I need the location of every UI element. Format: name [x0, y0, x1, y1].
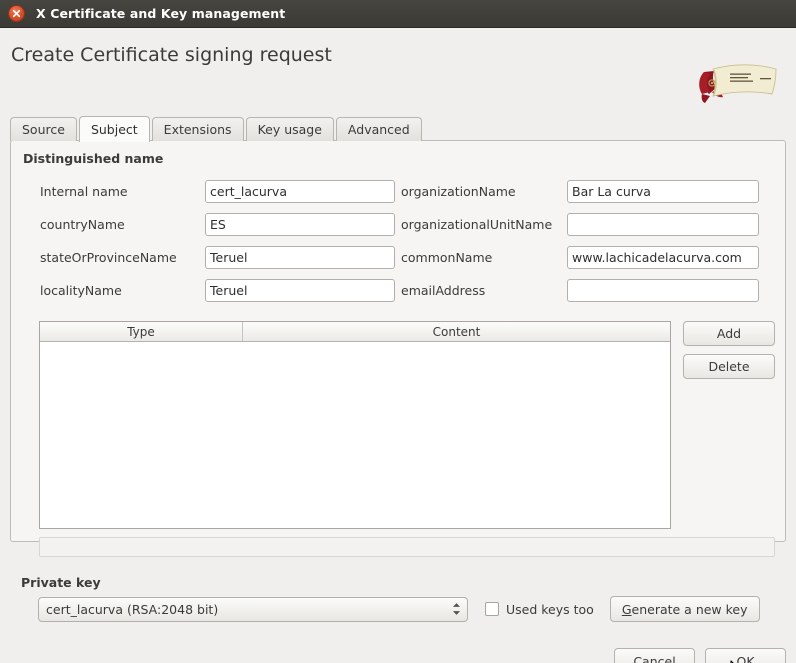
chevron-down-icon	[453, 611, 460, 615]
label-organizational-unit-name: organizationalUnitName	[401, 217, 553, 232]
used-keys-too-label: Used keys too	[506, 601, 594, 617]
table-body[interactable]	[40, 342, 670, 528]
close-x-glyph	[12, 9, 21, 18]
subject-tab-panel: Distinguished name Internal name organiz…	[10, 140, 786, 557]
input-internal-name[interactable]	[205, 180, 395, 203]
input-country-name[interactable]	[205, 213, 395, 236]
table-side-buttons: Add Delete	[683, 321, 775, 387]
input-locality-name[interactable]	[205, 279, 395, 302]
input-common-name[interactable]	[567, 246, 759, 269]
generate-accel-letter: G	[621, 601, 632, 617]
dialog-footer: Cancel OK	[614, 648, 786, 663]
private-key-selected-value: cert_lacurva (RSA:2048 bit)	[46, 601, 219, 617]
generate-a-new-key-button[interactable]: Generate a new key	[609, 596, 760, 622]
tab-label: Extensions	[163, 122, 232, 137]
label-email-address: emailAddress	[401, 283, 486, 298]
ok-accel-letter: O	[736, 654, 747, 663]
label-locality-name: localityName	[40, 283, 122, 298]
tab-subject[interactable]: Subject	[78, 116, 150, 142]
label-common-name: commonName	[401, 250, 493, 265]
dialog-body: Create Certificate signing request Sourc…	[0, 28, 796, 663]
checkbox-box-icon	[485, 602, 499, 616]
tab-bar: Source Subject Extensions Key usage Adva…	[10, 116, 424, 142]
input-organization-name[interactable]	[567, 180, 759, 203]
private-key-group-label: Private key	[21, 575, 101, 590]
label-state-or-province-name: stateOrProvinceName	[40, 250, 177, 265]
tab-label: Source	[22, 122, 65, 137]
dn-row: localityName emailAddress	[23, 274, 775, 307]
generate-rest-label: enerate a new key	[631, 601, 748, 617]
tab-label: Subject	[90, 122, 138, 137]
column-header-type[interactable]: Type	[40, 322, 243, 341]
tab-source[interactable]: Source	[10, 117, 77, 141]
tab-label: Key usage	[257, 122, 322, 137]
label-country-name: countryName	[40, 217, 125, 232]
ok-rest-label: K	[746, 654, 755, 663]
panel-status-bar	[39, 537, 775, 557]
chevron-up-icon	[453, 603, 460, 607]
label-organization-name: organizationName	[401, 184, 516, 199]
input-organizational-unit-name[interactable]	[567, 213, 759, 236]
input-state-or-province-name[interactable]	[205, 246, 395, 269]
dn-row: countryName organizationalUnitName	[23, 208, 775, 241]
used-keys-too-checkbox[interactable]: Used keys too	[485, 602, 594, 617]
tab-key-usage[interactable]: Key usage	[245, 117, 334, 141]
column-header-content[interactable]: Content	[243, 322, 670, 341]
tab-advanced[interactable]: Advanced	[335, 117, 422, 141]
dn-row: Internal name organizationName	[23, 175, 775, 208]
private-key-select[interactable]: cert_lacurva (RSA:2048 bit)	[38, 596, 468, 622]
dn-row: stateOrProvinceName commonName	[23, 241, 775, 274]
ok-button[interactable]: OK	[705, 648, 786, 663]
cancel-accel-letter: C	[633, 654, 643, 663]
window-titlebar: X Certificate and Key management	[0, 0, 796, 28]
spinner-arrows-icon[interactable]	[452, 603, 461, 616]
window-title: X Certificate and Key management	[36, 6, 286, 21]
private-key-row: cert_lacurva (RSA:2048 bit) Used keys to…	[38, 596, 760, 622]
delete-button[interactable]: Delete	[683, 354, 775, 379]
label-internal-name: Internal name	[40, 184, 128, 199]
add-button[interactable]: Add	[683, 321, 775, 346]
cancel-button[interactable]: Cancel	[614, 648, 695, 663]
distinguished-name-grid: Internal name organizationName countryNa…	[23, 175, 775, 307]
page-title: Create Certificate signing request	[11, 44, 332, 66]
cancel-rest-label: ancel	[642, 654, 676, 663]
table-header-row: Type Content	[40, 322, 670, 342]
attributes-table: Type Content	[39, 321, 671, 529]
tab-label: Advanced	[347, 122, 410, 137]
tab-extensions[interactable]: Extensions	[151, 117, 244, 141]
distinguished-name-group-label: Distinguished name	[23, 151, 164, 166]
input-email-address[interactable]	[567, 279, 759, 302]
close-icon[interactable]	[8, 5, 25, 22]
certificate-scroll-logo	[699, 64, 777, 103]
